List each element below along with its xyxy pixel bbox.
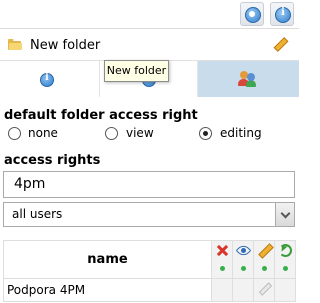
status-dot [241, 266, 246, 271]
info-icon [40, 73, 54, 87]
undo-icon[interactable] [279, 244, 292, 257]
user-search-input[interactable]: 4pm [3, 171, 295, 198]
row-undo-cell[interactable] [274, 278, 296, 302]
radio-none[interactable] [8, 127, 21, 140]
tooltip: New folder [104, 60, 169, 82]
info-icon [275, 7, 291, 23]
row-edit-cell[interactable] [253, 278, 275, 302]
tab-info[interactable] [0, 61, 100, 97]
undo-column[interactable] [274, 240, 296, 279]
top-toolbar [0, 0, 299, 29]
user-group-select[interactable]: all users [3, 202, 295, 227]
folder-title: New folder [30, 38, 101, 53]
delete-column[interactable] [211, 240, 233, 279]
row-delete-cell[interactable] [211, 278, 233, 302]
user-group-select-value: all users [12, 207, 63, 221]
default-access-heading: default folder access right [4, 108, 198, 123]
status-dot [283, 266, 288, 271]
folder-icon [8, 39, 22, 50]
delete-icon[interactable] [216, 244, 229, 257]
status-dot [262, 266, 267, 271]
access-rights-heading: access rights [4, 153, 101, 168]
settings-ring-icon [245, 7, 261, 23]
radio-editing-label: editing [220, 126, 262, 140]
status-dot [220, 266, 225, 271]
radio-view-label: view [126, 126, 154, 140]
folder-title-row: New folder [0, 30, 299, 61]
edit-icon[interactable] [258, 244, 271, 257]
radio-editing[interactable] [199, 127, 212, 140]
edit-title-pencil-icon[interactable] [273, 37, 289, 52]
edit-column[interactable] [253, 240, 275, 279]
view-icon[interactable] [235, 242, 252, 259]
row-name: Podpora 4PM [3, 278, 212, 302]
row-view-cell[interactable] [232, 278, 254, 302]
info-button[interactable] [270, 2, 294, 26]
users-icon [238, 71, 256, 87]
view-column[interactable] [232, 240, 254, 279]
radio-view[interactable] [105, 127, 118, 140]
radio-none-label: none [28, 126, 58, 140]
edit-pencil-icon[interactable] [258, 282, 271, 295]
settings-button[interactable] [240, 2, 264, 26]
chevron-down-icon[interactable] [275, 203, 294, 226]
table-row[interactable]: Podpora 4PM [3, 278, 296, 302]
default-access-options: none view editing [6, 126, 296, 142]
tab-access-rights[interactable] [198, 61, 299, 97]
name-column-header: name [3, 240, 212, 279]
access-rights-table: name Podpora 4PM [3, 240, 296, 302]
